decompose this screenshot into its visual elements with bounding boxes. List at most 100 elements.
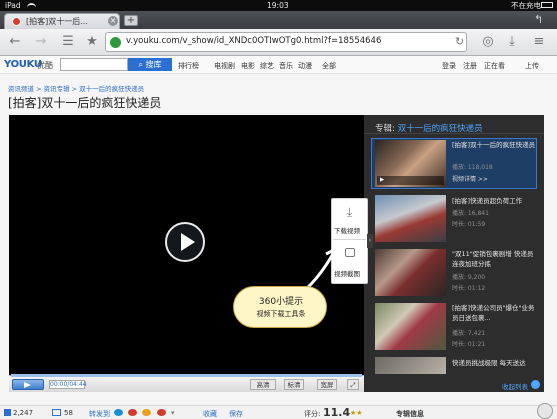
- upload-link[interactable]: 上传: [525, 61, 539, 71]
- standard-button[interactable]: 标清: [284, 379, 304, 390]
- address-url: v.youku.com/v_show/id_XNDc0OTIwOTg0.html…: [126, 36, 382, 46]
- tip-callout: 360小提示 视频下载工具条: [233, 286, 327, 328]
- battery-icon: [541, 2, 553, 8]
- status-bar: iPad 19:03 不在充电: [0, 0, 557, 11]
- playlist-item-duration: 时长: 01:21: [452, 341, 486, 348]
- youku-logo-sub: 优酷: [37, 61, 53, 70]
- bookmark-star-icon[interactable]: ★: [85, 35, 99, 48]
- floating-button[interactable]: [537, 403, 553, 419]
- favorite-link[interactable]: 收藏: [203, 409, 217, 419]
- comment-icon[interactable]: [52, 409, 61, 416]
- save-link[interactable]: 保存: [229, 409, 243, 419]
- rating-value: 11.4: [323, 406, 351, 419]
- playlist-item-title: [拍客]快递员超负荷工作: [452, 197, 523, 205]
- playlist-item-duration: 时长: 01:12: [452, 285, 486, 292]
- menu-icon[interactable]: ≡: [532, 35, 546, 48]
- reader-mode-icon[interactable]: ◎: [478, 35, 498, 48]
- collapse-arrow-icon[interactable]: ›: [367, 234, 373, 248]
- share-icon[interactable]: [142, 409, 151, 416]
- nav-item-anime[interactable]: 动漫: [298, 61, 312, 71]
- nav-item-all[interactable]: 全部: [322, 61, 336, 71]
- playlist-thumbnail: ▶: [375, 140, 446, 187]
- tab-title: [拍客]双十一后...: [26, 17, 88, 26]
- login-link[interactable]: 登录: [442, 61, 456, 71]
- time-display: 00:00/04:44: [49, 380, 87, 389]
- now-playing-icon: ▶: [377, 176, 444, 185]
- widescreen-button[interactable]: 宽屏: [317, 379, 337, 390]
- site-favicon-icon: [12, 17, 21, 26]
- tab-active[interactable]: [拍客]双十一后... ✕: [4, 13, 120, 29]
- playlist-item-plays: 播放: 118,018: [452, 164, 493, 171]
- video-info-bar: [0, 405, 557, 419]
- divider: [364, 133, 544, 134]
- rating-star-icon[interactable]: ★★: [350, 409, 363, 417]
- camera-icon[interactable]: [345, 248, 355, 257]
- reload-icon[interactable]: ↻: [455, 35, 464, 48]
- comment-count: 58: [64, 409, 73, 417]
- quality-button[interactable]: 高清: [250, 379, 276, 390]
- play-pause-button[interactable]: [12, 379, 44, 390]
- share-icon[interactable]: [114, 409, 123, 416]
- back-icon[interactable]: ←: [8, 35, 22, 48]
- download-video-icon[interactable]: ⤓: [342, 206, 357, 218]
- playlist-item-plays: 播放: 9,200: [452, 274, 486, 281]
- carrier-label: iPad: [5, 1, 21, 10]
- play-button[interactable]: [165, 222, 205, 262]
- video-details-link[interactable]: 视频详情 >>: [452, 175, 488, 185]
- playlist-thumbnail: [375, 357, 446, 374]
- share-label[interactable]: 转发到: [89, 409, 110, 419]
- search-button[interactable]: ⌕ 搜库: [128, 58, 172, 71]
- wifi-icon: [27, 3, 36, 9]
- download-icon[interactable]: ⤓: [505, 35, 519, 48]
- playlist-thumbnail: [375, 195, 446, 242]
- tip-subtitle: 视频下载工具条: [256, 310, 306, 318]
- weibo-icon[interactable]: [128, 409, 137, 416]
- clock: 19:03: [267, 1, 289, 10]
- battery-status-label: 不在充电: [511, 1, 541, 10]
- play-count: 2,247: [13, 409, 34, 417]
- address-bar[interactable]: v.youku.com/v_show/id_XNDc0OTIwOTg0.html…: [105, 32, 467, 52]
- fullscreen-icon[interactable]: ⤢: [347, 379, 359, 390]
- search-icon: ⌕: [138, 60, 143, 69]
- nav-item-music[interactable]: 音乐: [279, 61, 293, 71]
- playlist-item-title: [拍客]双十一后的疯狂快递员: [452, 141, 536, 149]
- playlist-thumbnail: [375, 303, 446, 350]
- collapse-icon[interactable]: [531, 380, 540, 389]
- nav-item-tv[interactable]: 电视剧: [214, 61, 235, 71]
- nav-item-movie[interactable]: 电影: [241, 61, 255, 71]
- page-title: [拍客]双十一后的疯狂快递员: [8, 96, 162, 110]
- playlist-item-plays: 播放: 7,421: [452, 330, 486, 337]
- screen: iPad 19:03 不在充电 [拍客]双十一后... ✕ + ↰ ← → ☰ …: [0, 0, 557, 419]
- watching-link[interactable]: 正在看: [484, 61, 505, 71]
- chevron-down-icon[interactable]: ▾: [171, 409, 175, 417]
- rating-label: 评分:: [304, 410, 321, 418]
- new-tab-button[interactable]: +: [124, 15, 138, 26]
- progress-bar[interactable]: [11, 374, 362, 377]
- download-video-button[interactable]: 下载视频: [334, 225, 360, 235]
- search-input[interactable]: [60, 58, 128, 71]
- play-count-icon: [4, 409, 11, 416]
- share-icon[interactable]: [157, 409, 166, 416]
- secure-check-icon: [110, 37, 121, 48]
- playlist-item-title[interactable]: 快递员挑战极限 每天送达: [452, 358, 540, 368]
- divider: [333, 239, 366, 240]
- album-info-label: 专辑信息: [396, 410, 424, 418]
- playlist-thumbnail: [375, 249, 446, 296]
- playlist-item-plays: 播放: 16,841: [452, 210, 489, 217]
- breadcrumb[interactable]: 资讯频道 > 资讯专辑 > 双十一后的疯狂快递员: [8, 83, 144, 93]
- playlist-item-title: [拍客]快递公司员"爆仓"业务员日送包裹...: [452, 304, 535, 322]
- search-button-label: 搜库: [145, 60, 162, 69]
- collapse-list-link[interactable]: 收起列表: [502, 381, 528, 391]
- nav-item-variety[interactable]: 综艺: [260, 61, 274, 71]
- nav-item-rank[interactable]: 排行榜: [178, 61, 199, 71]
- back-arrow-icon[interactable]: ↰: [534, 14, 550, 26]
- playlist-item-title: "双11"促销包裹剧增 快递员连夜加班分拣: [452, 250, 534, 268]
- register-link[interactable]: 注册: [463, 61, 477, 71]
- play-icon: [24, 382, 31, 388]
- tip-title: 360小提示: [258, 297, 304, 307]
- tab-close-icon[interactable]: ✕: [108, 16, 118, 26]
- playlist-item-duration: 时长: 01:59: [452, 221, 486, 228]
- bookmarks-book-icon[interactable]: ☰: [60, 35, 76, 48]
- forward-icon[interactable]: →: [34, 35, 48, 48]
